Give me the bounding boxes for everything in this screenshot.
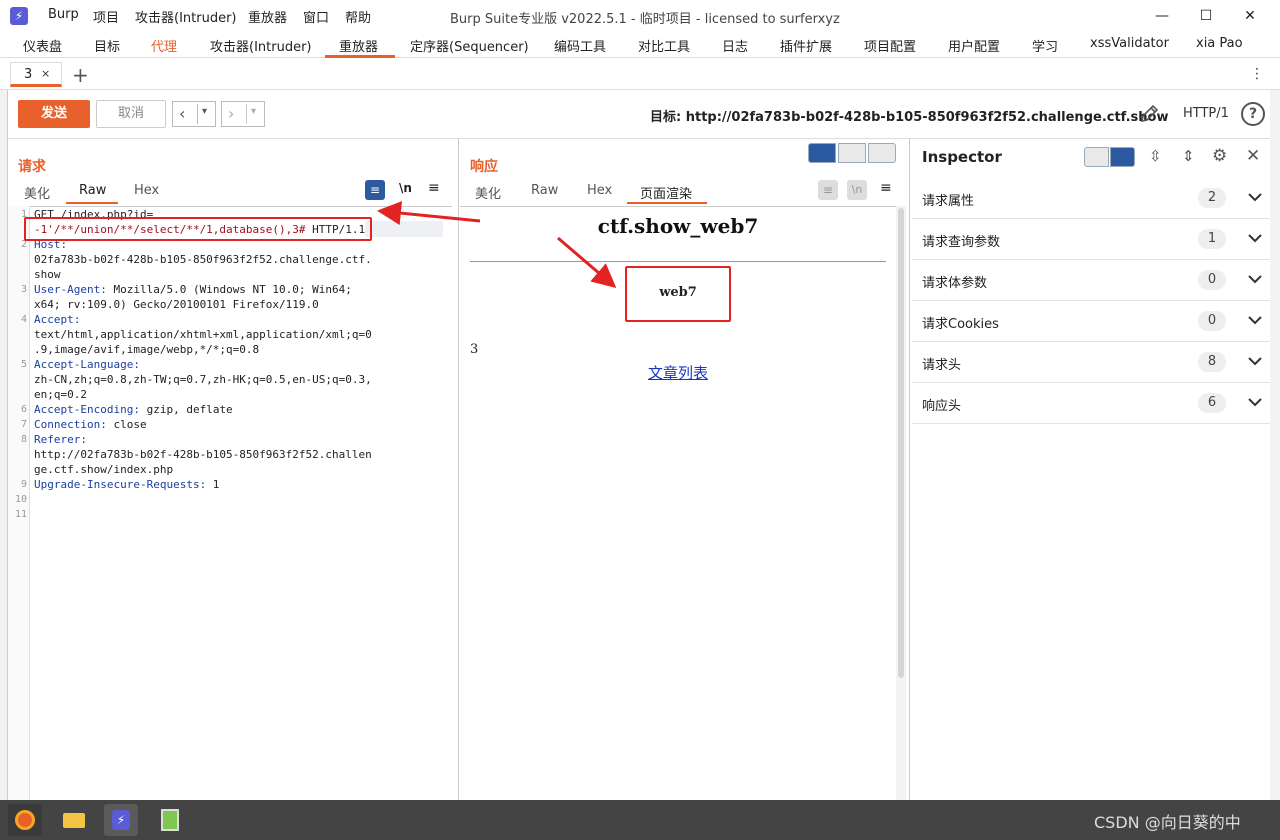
arrow-to-result: [557, 236, 617, 288]
notepad-icon[interactable]: [152, 804, 186, 836]
csdn-watermark: CSDN @向日葵的中: [1094, 813, 1241, 832]
arrow-to-payload: [377, 201, 481, 226]
taskbar: [0, 800, 1280, 840]
file-explorer-icon[interactable]: [56, 804, 90, 836]
annotation-arrows: [377, 201, 617, 288]
firefox-icon[interactable]: [8, 804, 42, 836]
burp-taskbar-icon[interactable]: ⚡: [104, 804, 138, 836]
